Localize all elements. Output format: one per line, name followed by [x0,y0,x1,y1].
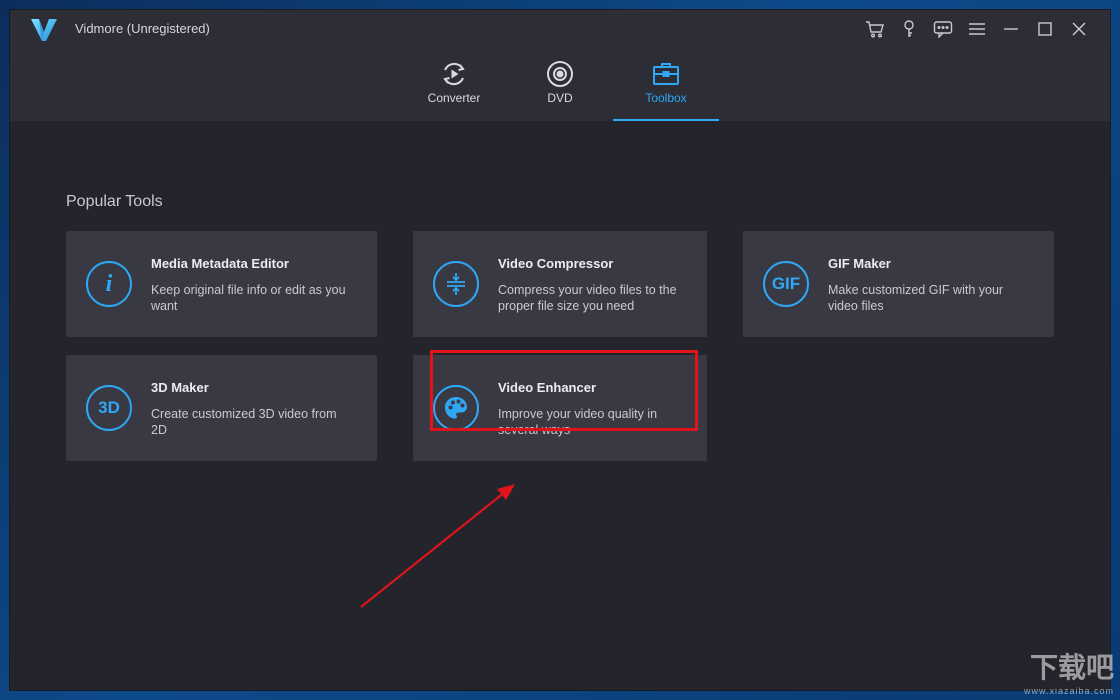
watermark-text: 下载吧 [1029,652,1114,683]
watermark: 下载吧 www.xiazaiba.com [1024,646,1114,696]
red-arrow-annotation [360,484,515,608]
watermark-url: www.xiazaiba.com [1023,686,1114,696]
